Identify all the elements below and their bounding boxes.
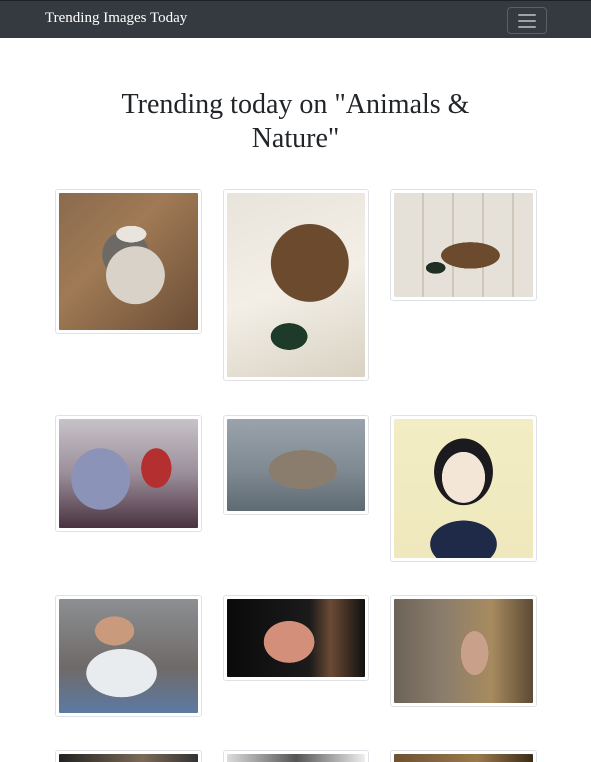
image-11 <box>227 754 365 762</box>
navbar-toggler-button[interactable] <box>507 7 547 34</box>
navbar-brand-link[interactable]: Trending Images Today <box>45 10 187 27</box>
image-thumbnail-anime[interactable] <box>390 415 537 562</box>
anime-girl-image <box>394 419 533 558</box>
image-thumbnail-man-sword[interactable] <box>390 595 537 707</box>
man-webcam-image <box>227 599 365 677</box>
image-thumbnail-pheasant-tiles[interactable] <box>390 189 537 301</box>
image-thumbnail-11[interactable] <box>223 750 369 762</box>
image-thumbnail-seal[interactable] <box>223 415 369 515</box>
husky-image <box>59 193 198 330</box>
image-thumbnail-10[interactable] <box>55 750 202 762</box>
image-thumbnail-blur[interactable] <box>55 415 202 532</box>
pheasant-tiles-image <box>394 193 533 297</box>
image-thumbnail-man-webcam[interactable] <box>223 595 369 681</box>
image-thumbnail-12[interactable] <box>390 750 537 762</box>
pheasant-image <box>227 193 365 377</box>
top-navbar: Trending Images Today <box>0 0 591 38</box>
hamburger-menu-icon <box>518 13 536 16</box>
elephant-seal-image <box>227 419 365 511</box>
page-title: Trending today on "Animals & Nature" <box>121 89 470 154</box>
image-thumbnail-husky[interactable] <box>55 189 202 334</box>
image-12 <box>394 754 533 762</box>
blurred-crowd-image <box>59 419 198 528</box>
image-thumbnail-man-money[interactable] <box>55 595 202 717</box>
image-10 <box>59 754 198 762</box>
hamburger-menu-icon-line <box>518 25 536 28</box>
hamburger-menu-icon-line <box>518 19 536 22</box>
image-thumbnail-pheasant[interactable] <box>223 189 369 381</box>
man-sword-image <box>394 599 533 703</box>
man-money-image <box>59 599 198 713</box>
